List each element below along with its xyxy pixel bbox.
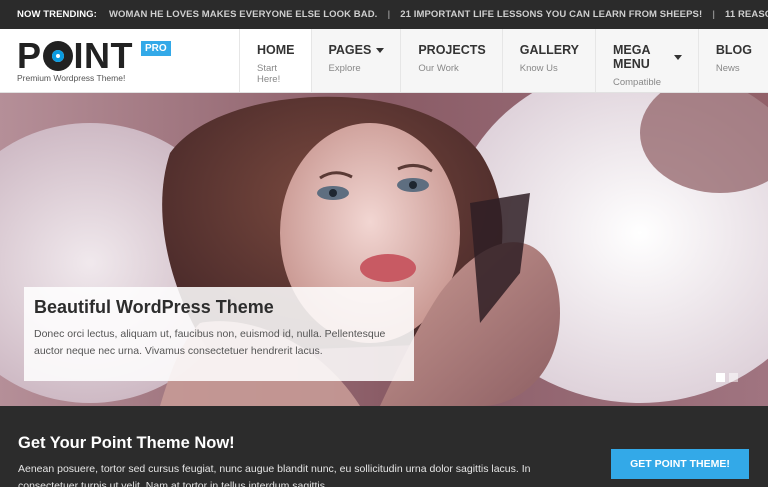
call-to-action: Get Your Point Theme Now! Aenean posuere… bbox=[0, 406, 768, 487]
trending-link[interactable]: 11 REASONS WHY YOU SH bbox=[725, 9, 768, 20]
site-logo[interactable]: P INT PRO Premium Wordpress Theme! bbox=[17, 36, 217, 86]
nav-item-home[interactable]: HOME Start Here! bbox=[239, 29, 311, 92]
slider-dot[interactable] bbox=[716, 373, 725, 382]
slider-dot[interactable] bbox=[729, 373, 738, 382]
nav-title: HOME bbox=[257, 43, 295, 57]
nav-item-pages[interactable]: PAGES Explore bbox=[310, 29, 401, 92]
trending-bar: NOW TRENDING: WOMAN HE LOVES MAKES EVERY… bbox=[0, 0, 768, 29]
slide-title: Beautiful WordPress Theme bbox=[34, 297, 274, 317]
nav-title: PROJECTS bbox=[418, 43, 486, 57]
logo-letter-p: P bbox=[17, 35, 42, 76]
trending-label: NOW TRENDING: bbox=[17, 9, 97, 20]
pro-badge: PRO bbox=[141, 41, 171, 56]
caret-down-icon bbox=[376, 47, 385, 53]
nav-subtitle: Explore bbox=[328, 63, 361, 74]
slider-pagination bbox=[716, 373, 738, 382]
nav-subtitle: Know Us bbox=[519, 63, 558, 74]
hero-slider: Beautiful WordPress Theme Donec orci lec… bbox=[0, 93, 768, 406]
nav-item-projects[interactable]: PROJECTS Our Work bbox=[400, 29, 502, 92]
nav-title: MEGA MENU bbox=[613, 43, 651, 71]
site-header: P INT PRO Premium Wordpress Theme! HOME … bbox=[0, 29, 768, 93]
slide-description: Donec orci lectus, aliquam ut, faucibus … bbox=[34, 328, 386, 357]
trending-separator: | bbox=[387, 9, 391, 20]
get-theme-button[interactable]: GET POINT THEME! bbox=[611, 449, 749, 479]
nav-item-gallery[interactable]: GALLERY Know Us bbox=[501, 29, 595, 92]
trending-separator: | bbox=[712, 9, 715, 20]
nav-title: GALLERY bbox=[519, 43, 579, 57]
caret-down-icon bbox=[673, 54, 682, 60]
nav-item-blog[interactable]: BLOG News bbox=[697, 29, 768, 92]
nav-item-mega-menu[interactable]: MEGA MENU Compatible bbox=[595, 29, 698, 92]
main-navigation: HOME Start Here! PAGES Explore PROJECTS … bbox=[239, 29, 768, 92]
logo-letters-int: INT bbox=[73, 35, 134, 76]
trending-link[interactable]: 21 IMPORTANT LIFE LESSONS YOU CAN LEARN … bbox=[400, 9, 702, 20]
nav-subtitle: News bbox=[715, 63, 740, 74]
nav-title: PAGES bbox=[328, 43, 372, 57]
slide-caption: Beautiful WordPress Theme Donec orci lec… bbox=[24, 287, 414, 381]
trending-link[interactable]: WOMAN HE LOVES MAKES EVERYONE ELSE LOOK … bbox=[109, 9, 378, 20]
logo-wordmark: P INT bbox=[17, 38, 133, 74]
nav-subtitle: Start Here! bbox=[257, 63, 281, 85]
cta-text: Aenean posuere, tortor sed cursus feugia… bbox=[18, 463, 531, 487]
logo-target-icon bbox=[42, 41, 73, 71]
nav-subtitle: Compatible bbox=[613, 77, 662, 88]
nav-subtitle: Our Work bbox=[418, 63, 459, 74]
nav-title: BLOG bbox=[715, 43, 752, 57]
cta-title: Get Your Point Theme Now! bbox=[18, 434, 235, 452]
logo-tagline: Premium Wordpress Theme! bbox=[17, 73, 126, 83]
